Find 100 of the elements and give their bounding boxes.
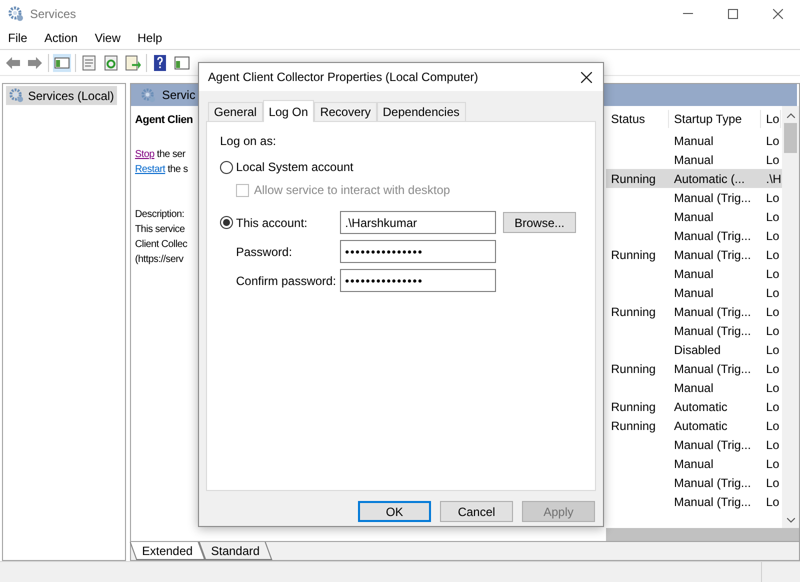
table-cell: Lo <box>766 266 780 280</box>
table-cell: Lo <box>766 228 780 242</box>
pane-title: Servic <box>162 87 196 104</box>
gear-icon <box>141 88 156 102</box>
help-icon[interactable] <box>151 54 169 72</box>
view-tab[interactable]: Extended <box>130 542 205 560</box>
table-cell: Lo <box>766 438 780 452</box>
properties-icon[interactable] <box>80 54 98 72</box>
table-cell: Running <box>611 248 656 262</box>
column-header[interactable]: Status <box>606 110 669 128</box>
table-cell: Manual (Trig... <box>674 228 751 242</box>
horizontal-scrollbar[interactable] <box>606 528 799 541</box>
account-field[interactable]: .\Harshkumar <box>340 211 496 234</box>
radio-button[interactable] <box>220 160 233 174</box>
table-cell: Running <box>611 304 656 318</box>
dialog-tab[interactable]: Recovery <box>314 102 377 121</box>
table-cell: Manual (Trig... <box>674 362 751 376</box>
description-label: Description: <box>135 208 184 222</box>
description-text: (https://serv <box>135 252 184 266</box>
table-cell: Lo <box>766 362 780 376</box>
table-cell: Manual <box>674 266 714 280</box>
dialog-tab[interactable]: Log On <box>262 100 314 122</box>
table-cell: Automatic <box>674 400 728 414</box>
table-row[interactable]: Manual Lo <box>606 378 782 397</box>
table-cell: Lo <box>766 190 780 204</box>
table-cell: Running <box>611 400 656 414</box>
scroll-up-icon <box>786 113 794 118</box>
menu-item[interactable]: Help <box>132 29 168 47</box>
table-row[interactable]: Manual (Trig... Lo <box>606 435 782 454</box>
gear-icon <box>9 88 24 103</box>
table-row[interactable]: Manual (Trig... Lo <box>606 188 782 207</box>
group-label: Log on as: <box>220 134 278 148</box>
table-cell: Manual (Trig... <box>674 304 751 318</box>
dialog-tab[interactable]: General <box>208 102 263 121</box>
table-row[interactable]: Manual Lo <box>606 264 782 283</box>
table-cell: Lo <box>766 152 780 166</box>
pane-icon[interactable] <box>53 54 71 72</box>
table-cell: Lo <box>766 210 780 224</box>
browse-button[interactable]: Browse... <box>503 212 576 233</box>
maximize-icon <box>728 8 738 18</box>
table-row[interactable]: Manual (Trig... Lo <box>606 473 782 492</box>
dialog-title: Agent Client Collector Properties (Local Computer) <box>208 69 478 86</box>
table-row[interactable]: Manual (Trig... Lo <box>606 492 782 511</box>
table-cell: .\H <box>766 172 781 186</box>
table-cell: Lo <box>766 342 780 356</box>
dialog-button[interactable]: OK <box>358 501 431 522</box>
action-link[interactable]: Stop <box>135 146 154 162</box>
action-text: the s <box>166 162 188 176</box>
close-icon <box>772 8 782 18</box>
table-row[interactable]: Manual (Trig... Lo <box>606 226 782 245</box>
table-cell: Manual (Trig... <box>674 438 751 452</box>
tree-item[interactable]: Services (Local) <box>6 86 118 105</box>
menu-item[interactable]: File <box>2 29 34 47</box>
table-row[interactable]: Manual (Trig... Lo <box>606 321 782 340</box>
password-field[interactable]: ••••••••••••••• <box>340 269 496 292</box>
view-tab[interactable]: Standard <box>198 542 272 560</box>
table-cell: Lo <box>766 134 780 148</box>
radio-label: Local System account <box>236 159 354 176</box>
column-header[interactable]: Startup Type <box>669 110 761 128</box>
table-row[interactable]: Manual Lo <box>606 454 782 473</box>
table-cell: Running <box>611 172 656 186</box>
action-link[interactable]: Restart <box>135 162 166 176</box>
dialog-button[interactable]: Cancel <box>440 501 513 522</box>
refresh-icon[interactable] <box>102 54 120 72</box>
vertical-scrollbar[interactable] <box>782 106 799 528</box>
password-field[interactable]: ••••••••••••••• <box>340 240 496 263</box>
console-icon[interactable] <box>173 54 191 72</box>
table-cell: Running <box>611 418 656 432</box>
checkbox-label: Allow service to interact with desktop <box>254 182 450 199</box>
table-cell: Manual <box>674 134 714 148</box>
export-icon[interactable] <box>124 54 142 72</box>
table-row[interactable]: Running Manual (Trig... Lo <box>606 302 782 321</box>
table-cell: Manual <box>674 380 714 394</box>
menu-item[interactable]: View <box>88 29 126 47</box>
table-cell: Manual <box>674 152 714 166</box>
description-text: This service <box>135 222 185 236</box>
table-row[interactable]: Manual Lo <box>606 131 782 150</box>
table-cell: Lo <box>766 248 780 262</box>
table-row[interactable]: Running Manual (Trig... Lo <box>606 359 782 378</box>
table-row[interactable]: Manual Lo <box>606 207 782 226</box>
table-cell: Lo <box>766 476 780 490</box>
table-row[interactable]: Running Automatic Lo <box>606 397 782 416</box>
table-cell: Automatic <box>674 418 728 432</box>
table-cell: Lo <box>766 324 780 338</box>
table-cell: Lo <box>766 418 780 432</box>
table-cell: Manual (Trig... <box>674 476 751 490</box>
table-row[interactable]: Manual Lo <box>606 283 782 302</box>
description-text: Client Collec <box>135 238 188 252</box>
menu-item[interactable]: Action <box>38 29 84 47</box>
table-row[interactable]: Manual Lo <box>606 150 782 169</box>
radio-button[interactable] <box>220 216 233 229</box>
table-cell: Running <box>611 362 656 376</box>
dialog-tab[interactable]: Dependencies <box>376 102 466 121</box>
table-row[interactable]: Running Automatic (... .\H <box>606 169 782 188</box>
column-header[interactable]: Lo <box>761 110 781 128</box>
table-row[interactable]: Disabled Lo <box>606 340 782 359</box>
scroll-thumb[interactable] <box>784 123 797 153</box>
table-cell: Manual (Trig... <box>674 494 751 508</box>
table-row[interactable]: Running Automatic Lo <box>606 416 782 435</box>
table-row[interactable]: Running Manual (Trig... Lo <box>606 245 782 264</box>
